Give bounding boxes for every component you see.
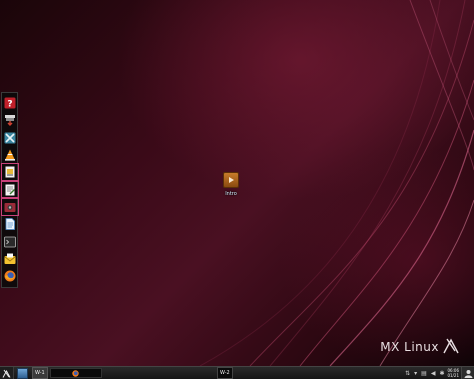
- document-icon: [5, 218, 15, 231]
- dock-item-package-installer[interactable]: [3, 113, 17, 127]
- taskbar: W-1 W-2 ⇅ ▾ ▤ ◀ ✱ 06:06 01/21: [0, 366, 474, 379]
- text-editor-icon: [5, 184, 15, 196]
- system-tray: ⇅ ▾ ▤ ◀ ✱: [405, 370, 444, 377]
- dock-item-firefox[interactable]: [3, 270, 17, 284]
- clipboard-icon[interactable]: ▤: [421, 370, 427, 377]
- start-menu-button[interactable]: [0, 367, 14, 379]
- dock-item-mail[interactable]: [3, 252, 17, 266]
- video-play-icon: [223, 172, 239, 188]
- mx-logo-icon: [2, 369, 11, 378]
- dock-item-file-manager[interactable]: [0, 163, 19, 182]
- package-installer-icon: [4, 115, 15, 127]
- updates-icon[interactable]: ▾: [414, 370, 417, 377]
- desktop-icon-label: Intro: [225, 191, 237, 197]
- tools-icon: [4, 132, 15, 144]
- dock-item-documents[interactable]: [3, 218, 17, 232]
- vlc-icon: [4, 149, 15, 161]
- workspace-1-button[interactable]: W-1: [32, 367, 48, 379]
- dock-item-screenshot[interactable]: [0, 198, 19, 216]
- screenshot-icon: [4, 202, 15, 212]
- svg-text:?: ?: [7, 99, 12, 109]
- firefox-icon: [4, 270, 15, 282]
- dock-item-vlc[interactable]: [3, 148, 17, 162]
- dock-item-text-editor[interactable]: [0, 180, 19, 199]
- taskbar-window-firefox[interactable]: [49, 368, 102, 378]
- mail-icon: [3, 253, 16, 265]
- file-manager-icon: [5, 166, 14, 178]
- wallpaper-logo: MX Linux: [380, 336, 460, 354]
- desktop: MX Linux ? Intro: [0, 0, 474, 366]
- mx-logo-icon: [443, 338, 459, 354]
- firefox-icon: [72, 369, 79, 377]
- show-desktop-button[interactable]: [17, 367, 28, 379]
- wallpaper-logo-text: MX Linux: [380, 340, 439, 354]
- dock: ?: [0, 92, 19, 288]
- help-icon: ?: [4, 97, 15, 109]
- clock[interactable]: 06:06 01/21: [447, 368, 459, 378]
- dock-item-help[interactable]: ?: [3, 96, 17, 110]
- volume-icon[interactable]: ◀: [431, 370, 436, 377]
- dock-item-mx-tools[interactable]: [3, 131, 17, 145]
- dock-item-terminal[interactable]: [3, 235, 17, 249]
- desktop-icon-intro[interactable]: Intro: [218, 172, 244, 197]
- bluetooth-icon[interactable]: ✱: [439, 370, 444, 377]
- user-menu-button[interactable]: [461, 367, 474, 379]
- user-icon: [464, 369, 472, 378]
- clock-date: 01/21: [447, 373, 459, 378]
- workspace-2-button[interactable]: W-2: [217, 367, 233, 379]
- terminal-icon: [3, 236, 16, 248]
- network-icon[interactable]: ⇅: [405, 370, 410, 377]
